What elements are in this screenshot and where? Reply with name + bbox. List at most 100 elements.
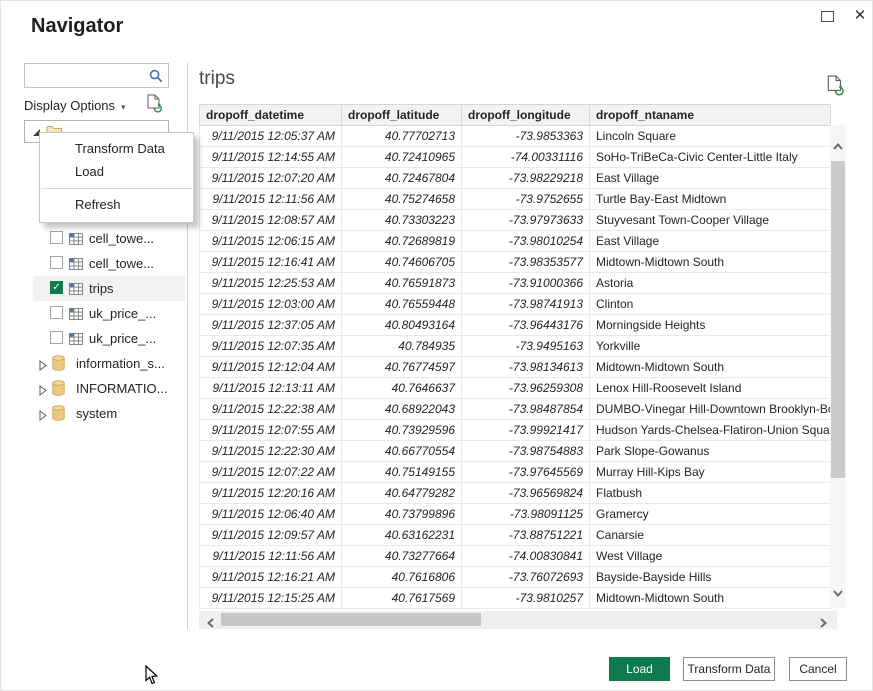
expand-icon[interactable]	[39, 408, 47, 426]
expand-icon[interactable]	[39, 383, 47, 401]
cell-dropoff-ntaname: Gramercy	[590, 504, 831, 525]
table-checkbox[interactable]	[50, 331, 63, 344]
search-input[interactable]	[29, 65, 147, 86]
table-row[interactable]: 9/11/2015 12:03:00 AM 40.76559448 -73.98…	[200, 294, 831, 315]
cell-dropoff-ntaname: Morningside Heights	[590, 315, 831, 336]
refresh-preview-table-icon[interactable]	[827, 75, 844, 101]
scroll-left-icon[interactable]	[207, 615, 214, 633]
table-row[interactable]: 9/11/2015 12:13:11 AM 40.7646637 -73.962…	[200, 378, 831, 399]
table-row[interactable]: 9/11/2015 12:07:35 AM 40.784935 -73.9495…	[200, 336, 831, 357]
cell-dropoff-datetime: 9/11/2015 12:03:00 AM	[200, 294, 342, 315]
load-button[interactable]: Load	[609, 657, 670, 681]
expand-icon[interactable]	[39, 358, 47, 376]
tree-item-label: cell_towe...	[89, 256, 154, 271]
cell-dropoff-longitude: -73.99921417	[462, 420, 590, 441]
scroll-right-icon[interactable]	[820, 615, 827, 633]
table-icon	[69, 307, 83, 325]
vertical-scrollbar[interactable]	[830, 125, 846, 608]
cell-dropoff-datetime: 9/11/2015 12:16:41 AM	[200, 252, 342, 273]
table-checkbox[interactable]	[50, 231, 63, 244]
tree-item-table[interactable]: uk_price_...	[33, 301, 185, 326]
database-icon	[52, 355, 65, 376]
context-menu-item[interactable]: Transform Data	[40, 137, 193, 160]
table-row[interactable]: 9/11/2015 12:20:16 AM 40.64779282 -73.96…	[200, 483, 831, 504]
table-row[interactable]: 9/11/2015 12:06:15 AM 40.72689819 -73.98…	[200, 231, 831, 252]
dialog-title: Navigator	[31, 15, 123, 38]
vertical-scrollbar-thumb[interactable]	[831, 161, 845, 478]
preview-table: dropoff_datetime dropoff_latitude dropof…	[199, 104, 831, 609]
table-row[interactable]: 9/11/2015 12:12:04 AM 40.76774597 -73.98…	[200, 357, 831, 378]
table-row[interactable]: 9/11/2015 12:14:55 AM 40.72410965 -74.00…	[200, 147, 831, 168]
tree-item-database[interactable]: INFORMATIO...	[33, 376, 185, 401]
table-row[interactable]: 9/11/2015 12:07:55 AM 40.73929596 -73.99…	[200, 420, 831, 441]
cell-dropoff-longitude: -73.98091125	[462, 504, 590, 525]
cell-dropoff-datetime: 9/11/2015 12:22:30 AM	[200, 441, 342, 462]
table-row[interactable]: 9/11/2015 12:07:20 AM 40.72467804 -73.98…	[200, 168, 831, 189]
tree-item-database[interactable]: information_s...	[33, 351, 185, 376]
table-row[interactable]: 9/11/2015 12:16:41 AM 40.74606705 -73.98…	[200, 252, 831, 273]
context-menu: Transform DataLoad Refresh	[39, 132, 194, 223]
cancel-button[interactable]: Cancel	[789, 657, 847, 681]
table-checkbox[interactable]	[50, 281, 63, 294]
cell-dropoff-datetime: 9/11/2015 12:07:20 AM	[200, 168, 342, 189]
cell-dropoff-longitude: -73.98353577	[462, 252, 590, 273]
context-menu-item[interactable]: Refresh	[40, 193, 193, 216]
table-row[interactable]: 9/11/2015 12:05:37 AM 40.77702713 -73.98…	[200, 126, 831, 147]
tree-item-label: information_s...	[76, 356, 165, 371]
transform-data-button[interactable]: Transform Data	[683, 657, 775, 681]
display-options-dropdown[interactable]: Display Options ▾	[24, 98, 126, 113]
table-row[interactable]: 9/11/2015 12:37:05 AM 40.80493164 -73.96…	[200, 315, 831, 336]
table-checkbox[interactable]	[50, 256, 63, 269]
table-row[interactable]: 9/11/2015 12:15:25 AM 40.7617569 -73.981…	[200, 588, 831, 609]
tree-item-table[interactable]: cell_towe...	[33, 226, 185, 251]
table-row[interactable]: 9/11/2015 12:16:21 AM 40.7616806 -73.760…	[200, 567, 831, 588]
table-checkbox[interactable]	[50, 306, 63, 319]
cell-dropoff-longitude: -73.96443176	[462, 315, 590, 336]
column-header[interactable]: dropoff_longitude	[462, 105, 590, 126]
column-header[interactable]: dropoff_ntaname	[590, 105, 831, 126]
tree-item-table[interactable]: uk_price_...	[33, 326, 185, 351]
cell-dropoff-datetime: 9/11/2015 12:07:55 AM	[200, 420, 342, 441]
scroll-down-icon[interactable]	[833, 584, 843, 602]
cell-dropoff-ntaname: Flatbush	[590, 483, 831, 504]
preview-title: trips	[199, 68, 235, 90]
tree-item-label: uk_price_...	[89, 306, 156, 321]
cell-dropoff-ntaname: Midtown-Midtown South	[590, 252, 831, 273]
refresh-preview-icon[interactable]	[147, 94, 162, 118]
table-row[interactable]: 9/11/2015 12:22:38 AM 40.68922043 -73.98…	[200, 399, 831, 420]
chevron-down-icon: ▾	[121, 102, 126, 112]
table-row[interactable]: 9/11/2015 12:06:40 AM 40.73799896 -73.98…	[200, 504, 831, 525]
table-row[interactable]: 9/11/2015 12:09:57 AM 40.63162231 -73.88…	[200, 525, 831, 546]
table-icon	[69, 257, 83, 275]
cell-dropoff-latitude: 40.75274658	[342, 189, 462, 210]
cell-dropoff-datetime: 9/11/2015 12:07:22 AM	[200, 462, 342, 483]
tree-item-table[interactable]: trips	[33, 276, 185, 301]
navigator-tree: cell_towe... cell_towe...	[1, 201, 187, 426]
table-row[interactable]: 9/11/2015 12:25:53 AM 40.76591873 -73.91…	[200, 273, 831, 294]
display-options-label: Display Options	[24, 98, 115, 113]
cell-dropoff-longitude: -74.00830841	[462, 546, 590, 567]
tree-item-table[interactable]: cell_towe...	[33, 251, 185, 276]
table-row[interactable]: 9/11/2015 12:08:57 AM 40.73303223 -73.97…	[200, 210, 831, 231]
context-menu-item[interactable]: Load	[40, 160, 193, 183]
maximize-icon[interactable]	[821, 11, 834, 22]
column-header[interactable]: dropoff_datetime	[200, 105, 342, 126]
cell-dropoff-latitude: 40.66770554	[342, 441, 462, 462]
cell-dropoff-longitude: -73.76072693	[462, 567, 590, 588]
table-row[interactable]: 9/11/2015 12:22:30 AM 40.66770554 -73.98…	[200, 441, 831, 462]
horizontal-scrollbar-thumb[interactable]	[221, 613, 481, 626]
table-row[interactable]: 9/11/2015 12:07:22 AM 40.75149155 -73.97…	[200, 462, 831, 483]
cell-dropoff-latitude: 40.76774597	[342, 357, 462, 378]
table-row[interactable]: 9/11/2015 12:11:56 AM 40.73277664 -74.00…	[200, 546, 831, 567]
tree-item-database[interactable]: system	[33, 401, 185, 426]
horizontal-scrollbar[interactable]	[199, 611, 837, 629]
cell-dropoff-datetime: 9/11/2015 12:06:40 AM	[200, 504, 342, 525]
close-icon[interactable]: ✕	[851, 6, 869, 26]
search-icon[interactable]	[149, 69, 163, 88]
table-row[interactable]: 9/11/2015 12:11:56 AM 40.75274658 -73.97…	[200, 189, 831, 210]
cell-dropoff-datetime: 9/11/2015 12:08:57 AM	[200, 210, 342, 231]
cell-dropoff-ntaname: East Village	[590, 168, 831, 189]
cell-dropoff-ntaname: Astoria	[590, 273, 831, 294]
column-header[interactable]: dropoff_latitude	[342, 105, 462, 126]
scroll-up-icon[interactable]	[833, 137, 843, 155]
